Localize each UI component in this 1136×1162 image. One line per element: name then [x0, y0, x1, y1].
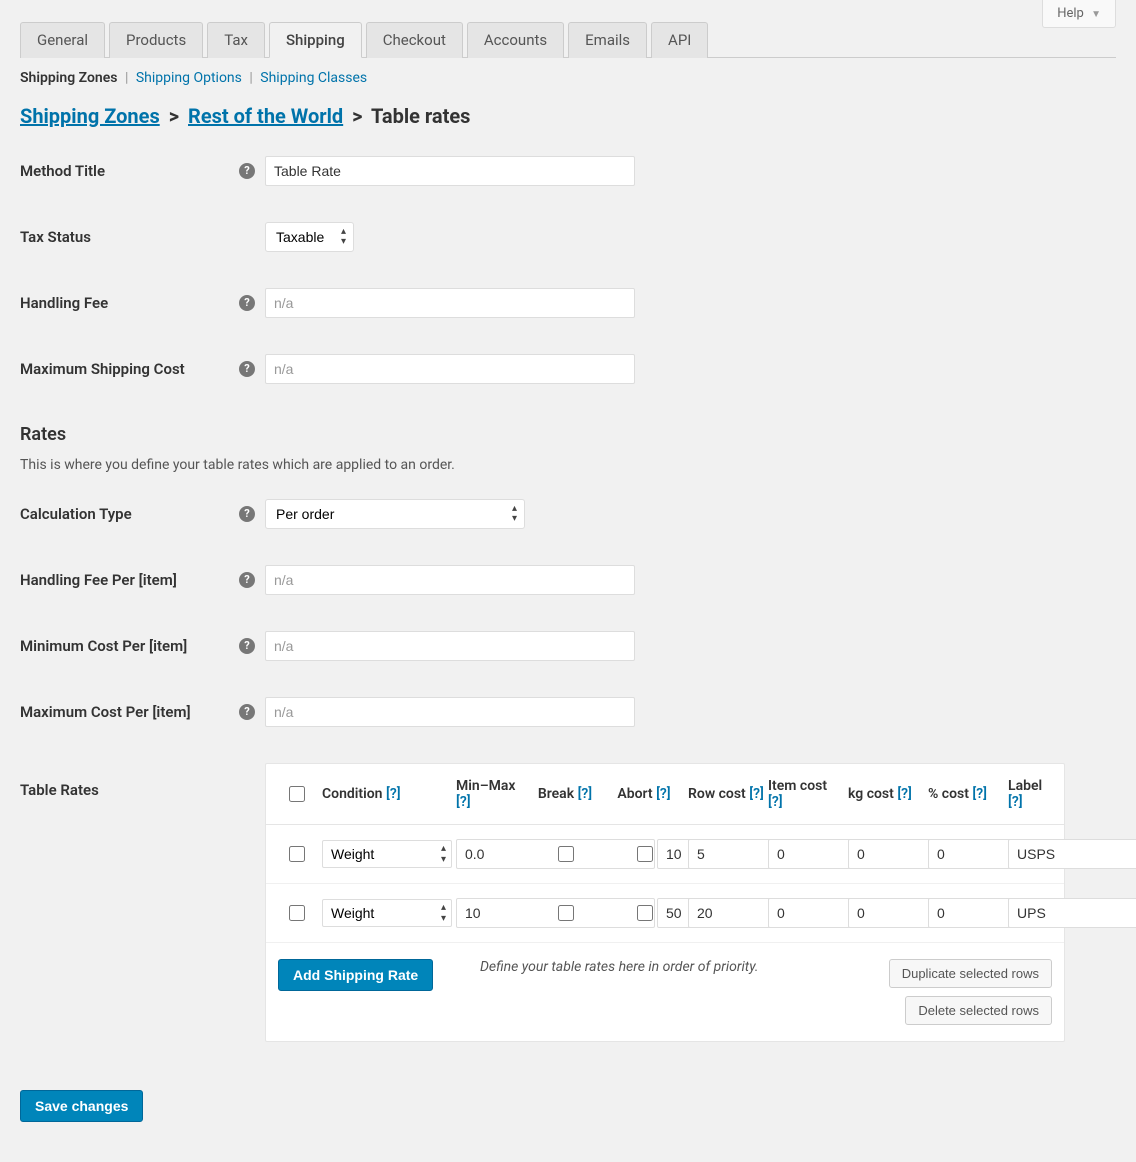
breadcrumb-region[interactable]: Rest of the World [188, 104, 343, 128]
help-icon[interactable]: ? [239, 295, 255, 311]
max-shipping-input[interactable] [265, 354, 635, 384]
help-link[interactable]: [?] [972, 786, 987, 802]
max-cost-item-label: Maximum Cost Per [item] [20, 703, 191, 721]
rates-row: Weight▴▾ [266, 884, 1064, 943]
help-link[interactable]: [?] [897, 786, 912, 802]
help-link[interactable]: [?] [656, 786, 671, 802]
abort-checkbox[interactable] [637, 905, 653, 921]
break-checkbox[interactable] [558, 905, 574, 921]
help-icon[interactable]: ? [239, 361, 255, 377]
subtab-zones[interactable]: Shipping Zones [20, 70, 117, 86]
breadcrumb-current: Table rates [371, 104, 471, 128]
tab-api[interactable]: API [651, 22, 708, 58]
help-link[interactable]: [?] [386, 786, 401, 802]
rates-row: Weight▴▾ [266, 825, 1064, 884]
tax-status-label: Tax Status [20, 228, 91, 246]
subtabs: Shipping Zones | Shipping Options | Ship… [20, 70, 1116, 86]
max-cost-item-input[interactable] [265, 697, 635, 727]
main-tabs: GeneralProductsTaxShippingCheckoutAccoun… [20, 22, 1116, 58]
min-cost-item-input[interactable] [265, 631, 635, 661]
help-label: Help [1057, 6, 1084, 21]
handling-fee-item-input[interactable] [265, 565, 635, 595]
tab-emails[interactable]: Emails [568, 22, 647, 58]
chevron-down-icon: ▼ [1091, 9, 1101, 20]
break-checkbox[interactable] [558, 846, 574, 862]
row-checkbox[interactable] [289, 846, 305, 862]
help-tab[interactable]: Help ▼ [1042, 0, 1116, 28]
method-title-input[interactable] [265, 156, 635, 186]
rates-hint: Define your table rates here in order of… [480, 959, 877, 975]
min-cost-item-label: Minimum Cost Per [item] [20, 637, 187, 655]
breadcrumb-zones[interactable]: Shipping Zones [20, 104, 160, 128]
tab-accounts[interactable]: Accounts [467, 22, 564, 58]
condition-select[interactable]: Weight [322, 840, 452, 868]
select-all-checkbox[interactable] [289, 786, 305, 802]
calc-type-label: Calculation Type [20, 505, 132, 523]
breadcrumb: Shipping Zones > Rest of the World > Tab… [20, 104, 1116, 128]
help-icon[interactable]: ? [239, 638, 255, 654]
table-rates-label: Table Rates [20, 781, 99, 799]
tab-shipping[interactable]: Shipping [269, 22, 362, 58]
tab-checkout[interactable]: Checkout [366, 22, 463, 58]
method-title-label: Method Title [20, 162, 105, 180]
tab-general[interactable]: General [20, 22, 105, 58]
label-input[interactable] [1008, 898, 1136, 928]
help-link[interactable]: [?] [1008, 794, 1023, 810]
delete-rows-button[interactable]: Delete selected rows [905, 996, 1052, 1025]
help-icon[interactable]: ? [239, 163, 255, 179]
help-icon[interactable]: ? [239, 572, 255, 588]
subtab-classes[interactable]: Shipping Classes [260, 70, 367, 86]
rates-title: Rates [20, 424, 1116, 445]
handling-fee-item-label: Handling Fee Per [item] [20, 571, 177, 589]
abort-checkbox[interactable] [637, 846, 653, 862]
label-input[interactable] [1008, 839, 1136, 869]
help-icon[interactable]: ? [239, 704, 255, 720]
help-link[interactable]: [?] [768, 794, 783, 810]
calc-type-select[interactable]: Per order [265, 499, 525, 529]
rates-desc: This is where you define your table rate… [20, 457, 1116, 473]
rates-table: Condition [?] Min–Max [?] Break [?] Abor… [265, 763, 1065, 1042]
tax-status-select[interactable]: Taxable [265, 222, 354, 252]
add-shipping-rate-button[interactable]: Add Shipping Rate [278, 959, 433, 991]
max-shipping-label: Maximum Shipping Cost [20, 360, 185, 378]
help-link[interactable]: [?] [749, 786, 764, 802]
row-checkbox[interactable] [289, 905, 305, 921]
handling-fee-label: Handling Fee [20, 294, 108, 312]
tab-tax[interactable]: Tax [207, 22, 265, 58]
tab-products[interactable]: Products [109, 22, 203, 58]
subtab-options[interactable]: Shipping Options [136, 70, 242, 86]
condition-select[interactable]: Weight [322, 899, 452, 927]
help-link[interactable]: [?] [578, 786, 593, 802]
help-link[interactable]: [?] [456, 794, 471, 810]
duplicate-rows-button[interactable]: Duplicate selected rows [889, 959, 1052, 988]
save-changes-button[interactable]: Save changes [20, 1090, 143, 1122]
help-icon[interactable]: ? [239, 506, 255, 522]
handling-fee-input[interactable] [265, 288, 635, 318]
